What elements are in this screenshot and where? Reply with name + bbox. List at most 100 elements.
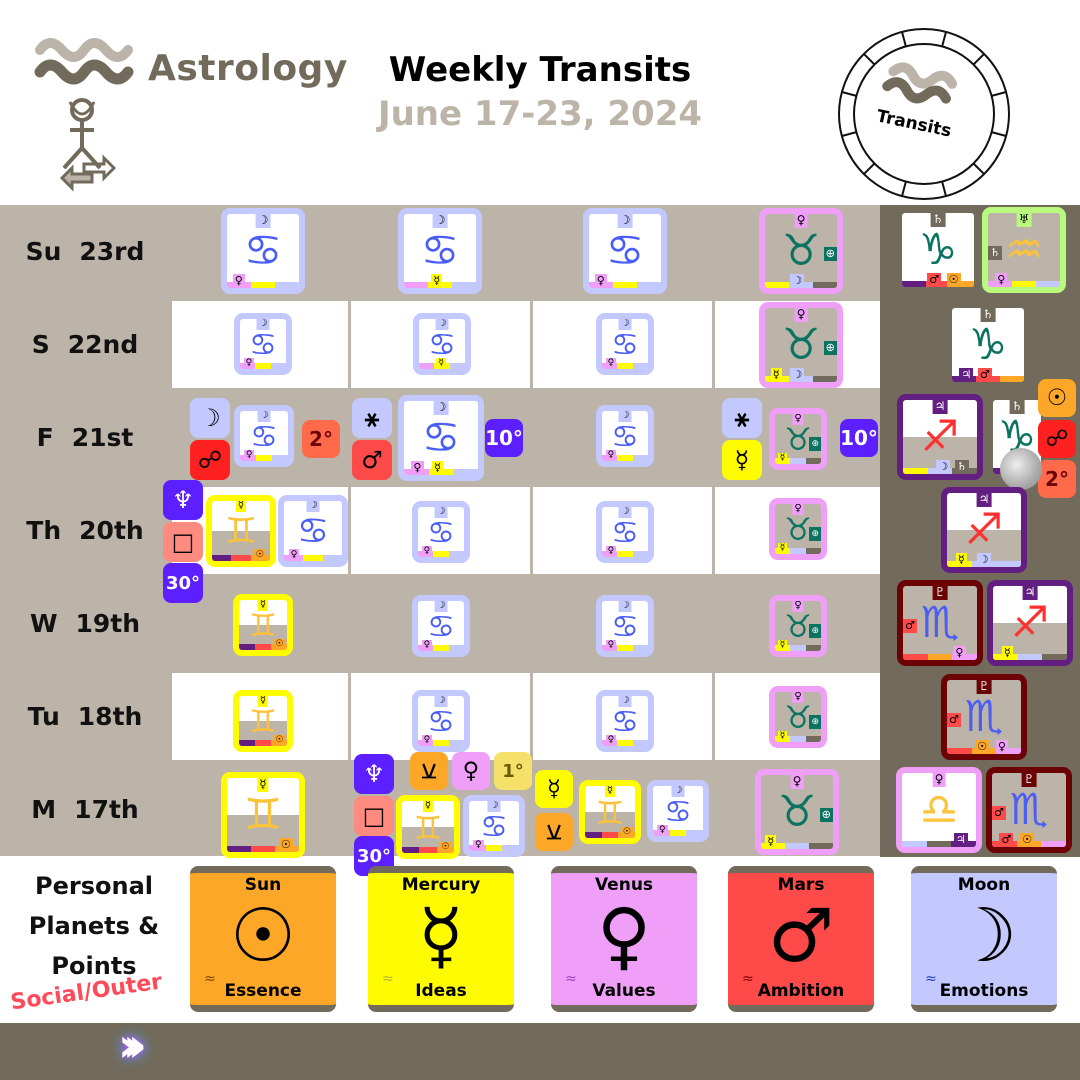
earth-side-marker-icon: ⊕: [823, 247, 837, 262]
bar-segment: [255, 644, 271, 650]
cancer-moon-tile[interactable]: ♋ ☽ ♀: [463, 795, 525, 857]
day-label: Tu 18th: [0, 670, 170, 763]
legend-card-mars: Mars ♂ ≈ Ambition: [728, 866, 874, 1012]
moon-ruler-icon: ☽: [255, 213, 271, 228]
sagittarius-jupiter-tile[interactable]: ♐ ♃ ☿: [987, 580, 1073, 666]
aquarius-uranus-tile[interactable]: ♒ ♅ ♀ ♄: [982, 207, 1066, 293]
earth-side-marker-icon: ⊕: [809, 436, 821, 451]
bar-segment: [809, 843, 833, 849]
capricorn-sign-icon: ♑: [968, 320, 1008, 371]
earth-side-marker-icon: ⊕: [823, 341, 837, 356]
cancer-moon-tile[interactable]: ♋ ☽ ♀: [596, 405, 654, 467]
scorpio-pluto-tile[interactable]: ♏ ♇ ☉ ♀ ♂: [941, 674, 1027, 760]
venus-marker-icon: ♀: [421, 640, 433, 651]
cancer-sign-icon: ♋: [249, 327, 277, 363]
jupiter-ruler-icon: ♃: [932, 399, 948, 414]
capricorn-saturn-tile[interactable]: ♑ ♄ ♃ ♂: [946, 302, 1030, 388]
legend-keyword: Emotions: [939, 981, 1029, 1001]
cancer-sign-icon: ♋: [250, 419, 278, 455]
gemini-mercury-tile[interactable]: ♊ ☿ ☉: [206, 495, 276, 567]
day-label: F 21st: [0, 391, 170, 484]
cancer-moon-tile[interactable]: ♋ ☽ ♀: [412, 690, 470, 752]
mars-side-marker-icon: ♂: [947, 713, 962, 728]
mercury-marker-icon: ☿: [436, 358, 446, 369]
cancer-moon-tile[interactable]: ♋ ☽ ☿: [398, 208, 482, 294]
cancer-moon-tile[interactable]: ♋ ☽ ♀: [412, 501, 470, 563]
venus-marker-icon: ♀: [605, 640, 617, 651]
taurus-venus-tile[interactable]: ♉ ♀ ☿ ⊕: [769, 686, 827, 748]
next-chevrons-icon[interactable]: ›››: [118, 1018, 147, 1072]
gemini-mercury-tile[interactable]: ♊ ☿ ☉: [221, 772, 305, 858]
bar-segment: [402, 847, 420, 853]
bar-segment: [448, 740, 464, 746]
brand-logo: [32, 30, 142, 200]
gemini-mercury-tile[interactable]: ♊ ☿ ☉: [579, 780, 641, 844]
bar-segment: [251, 282, 275, 288]
mercury-marker-icon: ☿: [777, 543, 788, 554]
venus-ruler-icon: ♀: [932, 772, 946, 787]
bar-segment: [903, 654, 928, 660]
cancer-sign-icon: ♋: [480, 809, 508, 845]
venus-marker-icon: ♀: [657, 825, 668, 836]
legend-planet-name: Sun: [244, 875, 282, 895]
cancer-moon-tile[interactable]: ♋ ☽ ♀: [596, 501, 654, 563]
bar-segment: [637, 282, 661, 288]
taurus-venus-tile[interactable]: ♉ ♀ ☿ ⊕: [769, 408, 827, 470]
cancer-sign-icon: ♋: [296, 511, 330, 553]
gemini-mercury-tile[interactable]: ♊ ☿ ☉: [233, 594, 293, 656]
mercury-marker-icon: ☿: [955, 553, 967, 567]
moon-ruler-icon: ☽: [434, 600, 448, 612]
taurus-venus-tile[interactable]: ♉ ♀ ☿ ⊕: [769, 595, 827, 657]
legend-planet-name: Mars: [777, 875, 825, 895]
bar-segment: [632, 551, 648, 557]
cancer-moon-tile[interactable]: ♋ ☽ ♀: [221, 208, 305, 294]
scorpio-pluto-tile[interactable]: ♏ ♇ ♂ ☉ ♂: [986, 767, 1072, 853]
capricorn-saturn-tile[interactable]: ♑ ♄ ♂ ☉: [896, 207, 980, 293]
taurus-venus-tile[interactable]: ♉ ♀ ☽ ⊕: [759, 208, 843, 294]
cancer-moon-tile[interactable]: ♋ ☽ ♀: [583, 208, 667, 294]
scorpio-pluto-tile[interactable]: ♏ ♇ ♀ ♂: [897, 580, 983, 666]
bar-segment: [1025, 468, 1041, 474]
cancer-moon-tile[interactable]: ♋ ☽ ☿: [413, 313, 471, 375]
bar-segment: [805, 548, 821, 554]
moon-ruler-icon: ☽: [618, 506, 632, 518]
mars-marker-icon: ♂: [977, 368, 992, 382]
earth-side-marker-icon: ⊕: [809, 526, 821, 541]
bar-segment: [485, 845, 503, 851]
day-date: 21st: [71, 423, 134, 452]
cancer-moon-tile[interactable]: ♋ ☽ ♀: [278, 495, 348, 567]
cancer-moon-tile[interactable]: ♋ ☽ ♀: [596, 313, 654, 375]
taurus-venus-tile[interactable]: ♉ ♀ ☿ ⊕: [755, 769, 839, 855]
gemini-mercury-tile[interactable]: ♊ ☿ ☉: [233, 690, 293, 752]
sagittarius-jupiter-tile[interactable]: ♐ ♃ ☽ ♄: [897, 394, 983, 480]
venus-marker-icon: ♀: [594, 274, 607, 288]
mercury-marker-icon: ☿: [431, 274, 443, 288]
moon-ruler-icon: ☽: [617, 213, 633, 228]
taurus-venus-tile[interactable]: ♉ ♀ ☿ ☽ ⊕: [759, 302, 843, 388]
bar-segment: [272, 455, 288, 461]
taurus-venus-tile[interactable]: ♉ ♀ ☿ ⊕: [769, 498, 827, 560]
earth-side-marker-icon: ⊕: [819, 808, 833, 823]
cancer-moon-tile[interactable]: ♋ ☽ ♀: [234, 405, 294, 467]
venus-marker-icon: ♀: [605, 735, 617, 746]
capricorn-saturn-tile[interactable]: ♑ ♄: [987, 394, 1047, 480]
mars-side-marker-icon: ♂: [992, 806, 1007, 821]
gemini-mercury-tile[interactable]: ♊ ☿ ☉: [396, 795, 460, 859]
day-label: Su 23rd: [0, 205, 170, 298]
cancer-moon-tile[interactable]: ♋ ☽ ♀: [596, 690, 654, 752]
venus-marker-icon: ♀: [243, 450, 255, 461]
sagittarius-jupiter-tile[interactable]: ♐ ♃ ☿ ☽: [941, 487, 1027, 573]
cancer-moon-tile[interactable]: ♋ ☽ ♀: [234, 313, 292, 375]
cancer-moon-tile[interactable]: ♋ ☽ ♀: [412, 595, 470, 657]
bar-segment: [1000, 376, 1024, 382]
moon-marker-icon: ☽: [976, 553, 991, 567]
venus-marker-icon: ♀: [995, 273, 1008, 287]
cancer-sign-icon: ♋: [611, 419, 639, 455]
cancer-moon-tile[interactable]: ♋ ☽ ♀: [647, 780, 709, 842]
cancer-moon-tile[interactable]: ♋ ☽ ♀ ☿: [398, 395, 484, 481]
cancer-moon-tile[interactable]: ♋ ☽ ♀: [596, 595, 654, 657]
venus-marker-icon: ♀: [605, 546, 617, 557]
mars-marker-icon: ♂: [999, 833, 1014, 847]
libra-venus-tile[interactable]: ♎ ♀ ♃: [896, 767, 982, 853]
bar-segment: [993, 468, 1009, 474]
